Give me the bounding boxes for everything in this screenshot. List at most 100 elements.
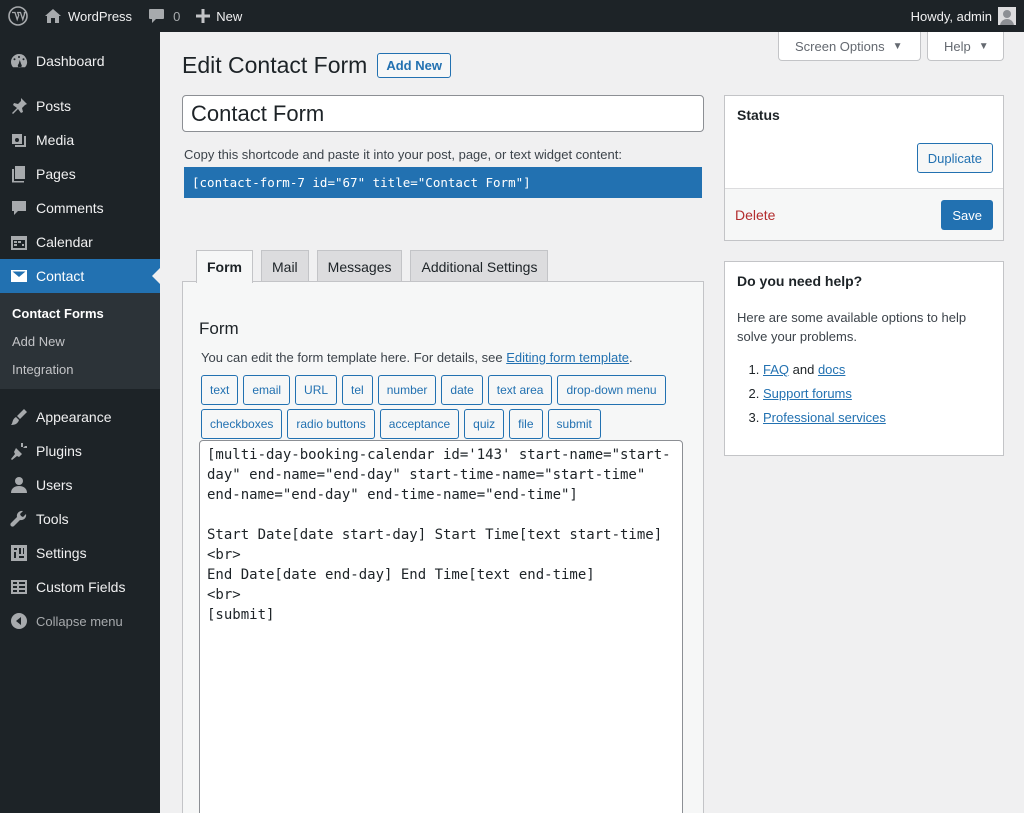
media-icon: [10, 131, 28, 149]
tag-submit-button[interactable]: submit: [547, 409, 601, 439]
tag-textarea-button[interactable]: text area: [487, 375, 553, 405]
sidebar-item-media[interactable]: Media: [0, 123, 160, 157]
sidebar-item-label: Appearance: [36, 409, 112, 425]
new-content-link[interactable]: New: [188, 0, 250, 32]
sidebar-item-pages[interactable]: Pages: [0, 157, 160, 191]
pushpin-icon: [10, 97, 28, 115]
sidebar-item-posts[interactable]: Posts: [0, 89, 160, 123]
sidebar-item-tools[interactable]: Tools: [0, 502, 160, 536]
comments-icon: [10, 199, 28, 217]
help-button[interactable]: Help ▼: [927, 32, 1004, 61]
submenu-item-add-new[interactable]: Add New: [0, 327, 160, 355]
sidebar-item-label: Users: [36, 477, 73, 493]
tag-checkboxes-button[interactable]: checkboxes: [201, 409, 283, 439]
tag-tel-button[interactable]: tel: [342, 375, 373, 405]
admin-sidebar: Dashboard Posts Media Pages Comments Cal…: [0, 32, 160, 813]
help-box: Do you need help? Here are some availabl…: [724, 261, 1004, 456]
wordpress-logo-icon[interactable]: [0, 0, 36, 32]
sidebar-item-contact[interactable]: Contact: [0, 259, 160, 293]
site-name-link[interactable]: WordPress: [36, 0, 140, 32]
paintbrush-icon: [10, 408, 28, 426]
sidebar-item-dashboard[interactable]: Dashboard: [0, 44, 160, 78]
faq-link[interactable]: FAQ: [763, 362, 789, 377]
sidebar-item-label: Calendar: [36, 234, 93, 250]
calendar-icon: [10, 233, 28, 251]
submenu-item-contact-forms[interactable]: Contact Forms: [0, 299, 160, 327]
shortcode-field[interactable]: [contact-form-7 id="67" title="Contact F…: [184, 167, 702, 198]
plugin-icon: [10, 442, 28, 460]
sidebar-item-label: Tools: [36, 511, 69, 527]
comment-bubble-icon: [149, 9, 165, 23]
tag-number-button[interactable]: number: [377, 375, 437, 405]
sidebar-item-comments[interactable]: Comments: [0, 191, 160, 225]
tab-messages[interactable]: Messages: [316, 250, 403, 282]
sidebar-item-label: Dashboard: [36, 53, 105, 69]
status-box: Status Duplicate Delete Save: [724, 95, 1004, 241]
contact-submenu: Contact Forms Add New Integration: [0, 293, 160, 389]
pages-icon: [10, 165, 28, 183]
howdy-label: Howdy, admin: [910, 8, 992, 24]
wrench-icon: [10, 510, 28, 528]
shortcode-label: Copy this shortcode and paste it into yo…: [184, 147, 622, 162]
submenu-item-integration[interactable]: Integration: [0, 355, 160, 383]
list-item: FAQ and docs: [763, 358, 1003, 382]
main-content: Screen Options ▼ Help ▼ Edit Contact For…: [160, 32, 1024, 813]
tag-text-button[interactable]: text: [201, 375, 239, 405]
tag-dropdown-button[interactable]: drop-down menu: [557, 375, 666, 405]
tag-file-button[interactable]: file: [509, 409, 543, 439]
and-text: and: [789, 362, 818, 377]
tab-form[interactable]: Form: [196, 250, 253, 283]
sidebar-item-plugins[interactable]: Plugins: [0, 434, 160, 468]
sidebar-item-settings[interactable]: Settings: [0, 536, 160, 570]
my-account-link[interactable]: Howdy, admin: [903, 0, 1024, 32]
tab-mail[interactable]: Mail: [261, 250, 309, 282]
page-title: Edit Contact Form: [182, 52, 368, 78]
help-options-list: FAQ and docs Support forums Professional…: [763, 358, 1003, 430]
sidebar-item-label: Media: [36, 132, 75, 148]
settings-icon: [10, 544, 28, 562]
tag-date-button[interactable]: date: [441, 375, 483, 405]
tag-generator-row-1: text email URL tel number date text area…: [201, 375, 671, 405]
new-label: New: [216, 8, 243, 24]
tag-radio-buttons-button[interactable]: radio buttons: [287, 409, 375, 439]
delete-link[interactable]: Delete: [735, 207, 775, 223]
professional-services-link[interactable]: Professional services: [763, 410, 886, 425]
home-icon: [45, 9, 61, 23]
sidebar-item-calendar[interactable]: Calendar: [0, 225, 160, 259]
sidebar-item-label: Plugins: [36, 443, 82, 459]
mail-icon: [10, 267, 28, 285]
support-forums-link[interactable]: Support forums: [763, 386, 852, 401]
status-box-title: Status: [737, 107, 780, 123]
sidebar-item-appearance[interactable]: Appearance: [0, 400, 160, 434]
tag-quiz-button[interactable]: quiz: [464, 409, 505, 439]
sidebar-item-custom-fields[interactable]: Custom Fields: [0, 570, 160, 604]
tab-additional-settings[interactable]: Additional Settings: [410, 250, 549, 282]
tag-email-button[interactable]: email: [243, 375, 291, 405]
caret-down-icon: ▼: [978, 40, 989, 52]
table-icon: [10, 578, 28, 596]
tag-url-button[interactable]: URL: [295, 375, 338, 405]
help-box-title: Do you need help?: [737, 273, 863, 289]
screen-options-label: Screen Options: [795, 38, 885, 54]
tag-generator-row-2: checkboxes radio buttons acceptance quiz…: [201, 409, 606, 439]
site-name-label: WordPress: [68, 8, 133, 24]
collapse-arrow-icon: [10, 612, 28, 630]
sidebar-item-label: Comments: [36, 200, 104, 216]
users-icon: [10, 476, 28, 494]
sidebar-item-users[interactable]: Users: [0, 468, 160, 502]
form-template-textarea[interactable]: [multi-day-booking-calendar id='143' sta…: [199, 440, 683, 813]
help-box-intro: Here are some available options to help …: [737, 310, 967, 344]
editing-form-template-link[interactable]: Editing form template: [506, 350, 629, 365]
docs-link[interactable]: docs: [818, 362, 845, 377]
list-item: Professional services: [763, 406, 1003, 430]
dashboard-icon: [10, 52, 28, 70]
duplicate-button[interactable]: Duplicate: [916, 143, 993, 173]
tag-acceptance-button[interactable]: acceptance: [379, 409, 460, 439]
save-button[interactable]: Save: [941, 200, 993, 230]
add-new-button[interactable]: Add New: [377, 53, 451, 78]
page-header: Edit Contact Form Add New: [182, 52, 451, 79]
form-title-input[interactable]: Contact Form: [182, 95, 704, 132]
comments-link[interactable]: 0: [140, 0, 188, 32]
screen-options-button[interactable]: Screen Options ▼: [778, 32, 921, 61]
collapse-menu-button[interactable]: Collapse menu: [0, 604, 160, 638]
